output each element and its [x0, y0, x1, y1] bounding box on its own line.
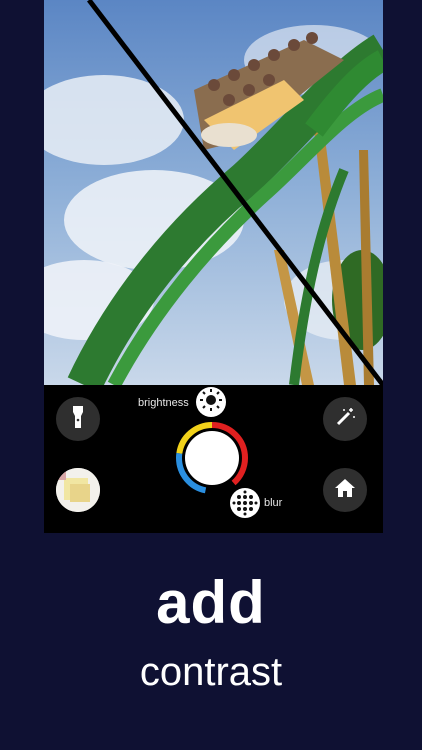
blur-label: blur: [264, 497, 283, 509]
home-icon: [334, 478, 356, 503]
caption-subtitle: contrast: [139, 650, 283, 694]
thumbnail-image: [56, 468, 100, 512]
flashlight-icon: [69, 405, 87, 433]
flashlight-button[interactable]: [56, 397, 100, 441]
sun-icon: [200, 388, 222, 416]
contrast-dial[interactable]: [175, 421, 249, 495]
roller-coaster-photo: [44, 0, 383, 385]
editor-controls: brightness blur: [44, 385, 383, 533]
home-button[interactable]: [323, 468, 367, 512]
magic-wand-icon: [334, 406, 356, 433]
photo-thumbnail[interactable]: [56, 468, 100, 512]
brightness-handle[interactable]: [196, 387, 226, 417]
caption-title: add: [156, 569, 266, 636]
blur-dots-icon: [230, 490, 260, 518]
brightness-label: brightness: [138, 397, 189, 409]
blur-handle[interactable]: [230, 488, 260, 518]
app-screenshot: brightness blur: [44, 0, 383, 533]
magic-wand-button[interactable]: [323, 397, 367, 441]
